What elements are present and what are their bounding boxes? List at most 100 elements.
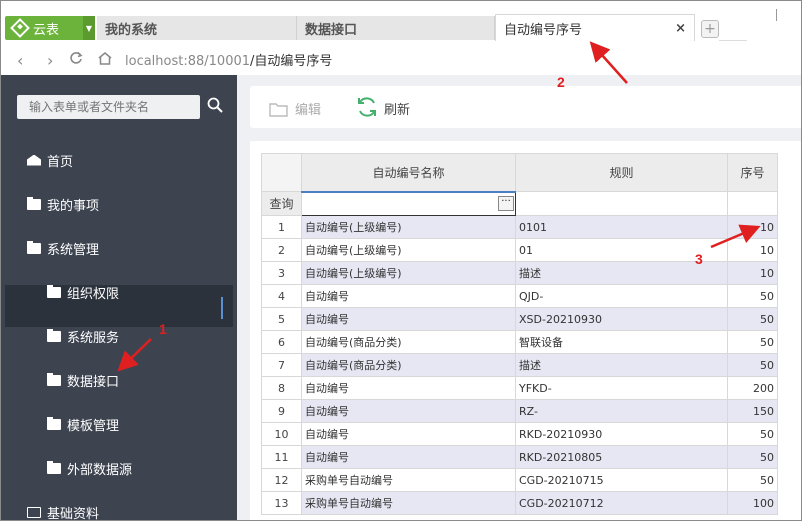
- cell-name[interactable]: 自动编号: [301, 307, 516, 331]
- table-row[interactable]: 12 采购单号自动编号 CGD-20210715 50: [261, 468, 778, 492]
- cell-name[interactable]: 采购单号自动编号: [301, 491, 516, 515]
- query-name-input[interactable]: ···: [301, 191, 516, 216]
- cell-rule[interactable]: RKD-20210930: [515, 422, 728, 446]
- cell-name[interactable]: 自动编号: [301, 376, 516, 400]
- cell-seq[interactable]: 50: [727, 445, 778, 469]
- cell-seq[interactable]: 200: [727, 376, 778, 400]
- sidebar-item-template-management[interactable]: 模板管理: [47, 403, 119, 445]
- cell-seq[interactable]: 50: [727, 422, 778, 446]
- annotation-label-1: 1: [159, 321, 167, 337]
- brand-button[interactable]: 云表: [5, 16, 83, 40]
- column-header-seq[interactable]: 序号: [727, 153, 778, 192]
- sidebar-item-system-management[interactable]: 系统管理: [27, 227, 99, 269]
- tab-my-system[interactable]: 我的系统: [97, 16, 297, 40]
- annotation-label-3: 3: [695, 251, 703, 267]
- cell-name[interactable]: 自动编号: [301, 445, 516, 469]
- cell-seq[interactable]: 50: [727, 307, 778, 331]
- back-icon[interactable]: ‹: [17, 51, 23, 70]
- sidebar-item-my-tasks[interactable]: 我的事项: [27, 183, 99, 225]
- reload-icon[interactable]: [69, 51, 83, 65]
- row-number: 13: [261, 491, 302, 515]
- column-header-name[interactable]: 自动编号名称: [301, 153, 516, 193]
- tab-auto-number[interactable]: 自动编号序号 ×: [495, 14, 695, 41]
- query-seq-input[interactable]: [727, 191, 778, 216]
- cell-name[interactable]: 自动编号(商品分类): [301, 330, 516, 354]
- brand-dropdown-icon[interactable]: ▼: [83, 16, 95, 40]
- cell-rule[interactable]: XSD-20210930: [515, 307, 728, 331]
- search-input[interactable]: [17, 95, 200, 119]
- cell-seq[interactable]: 50: [727, 468, 778, 492]
- cell-name[interactable]: 自动编号: [301, 422, 516, 446]
- cell-rule[interactable]: 智联设备: [515, 330, 728, 354]
- cell-name[interactable]: 自动编号(商品分类): [301, 353, 516, 377]
- cell-rule[interactable]: CGD-20210712: [515, 491, 728, 515]
- cell-seq[interactable]: 50: [727, 284, 778, 308]
- cell-name[interactable]: 自动编号(上级编号): [301, 215, 516, 239]
- sidebar-item-system-service[interactable]: 系统服务: [47, 315, 119, 357]
- folder-icon: [269, 102, 288, 117]
- cell-rule[interactable]: 描述: [515, 353, 728, 377]
- table-row[interactable]: 9 自动编号 RZ- 150: [261, 399, 778, 423]
- table-row[interactable]: 10 自动编号 RKD-20210930 50: [261, 422, 778, 446]
- cell-seq[interactable]: 150: [727, 399, 778, 423]
- row-number-header: [261, 153, 302, 192]
- sidebar-item-basic-data[interactable]: 基础资料: [27, 491, 99, 520]
- query-rule-input[interactable]: [515, 191, 728, 216]
- column-header-rule[interactable]: 规则: [515, 153, 728, 192]
- row-number: 4: [261, 284, 302, 308]
- cell-seq[interactable]: 100: [727, 491, 778, 515]
- cell-rule[interactable]: RZ-: [515, 399, 728, 423]
- table-row[interactable]: 6 自动编号(商品分类) 智联设备 50: [261, 330, 778, 354]
- cell-seq[interactable]: 50: [727, 330, 778, 354]
- table-row[interactable]: 4 自动编号 QJD- 50: [261, 284, 778, 308]
- cell-name[interactable]: 自动编号(上级编号): [301, 238, 516, 262]
- cell-seq[interactable]: 10: [727, 261, 778, 285]
- cell-rule[interactable]: YFKD-: [515, 376, 728, 400]
- row-number: 9: [261, 399, 302, 423]
- forward-icon[interactable]: ›: [47, 51, 53, 70]
- search-icon[interactable]: [207, 97, 223, 113]
- sidebar-item-org-permissions[interactable]: 组织权限: [47, 271, 119, 313]
- app-window: 云表 ▼ 我的系统 数据接口 自动编号序号 × + ‹ › localhost:…: [0, 0, 802, 521]
- edit-label: 编辑: [295, 103, 322, 118]
- tab-data-interface[interactable]: 数据接口: [297, 16, 495, 40]
- cell-name[interactable]: 采购单号自动编号: [301, 468, 516, 492]
- table-row[interactable]: 5 自动编号 XSD-20210930 50: [261, 307, 778, 331]
- brand-label: 云表: [33, 22, 60, 38]
- sidebar-item-label: 组织权限: [67, 286, 120, 302]
- folder-icon: [47, 328, 61, 342]
- close-icon[interactable]: ×: [675, 21, 686, 36]
- url-path: /自动编号序号: [250, 54, 333, 69]
- sidebar-item-label: 系统管理: [47, 242, 100, 258]
- table-row[interactable]: 11 自动编号 RKD-20210805 50: [261, 445, 778, 469]
- more-icon[interactable]: ···: [498, 195, 514, 211]
- table-row[interactable]: 7 自动编号(商品分类) 描述 50: [261, 353, 778, 377]
- sidebar-item-label: 数据接口: [67, 374, 120, 390]
- refresh-button[interactable]: 刷新: [356, 97, 410, 118]
- cell-seq[interactable]: 10: [727, 238, 778, 262]
- table-row[interactable]: 1 自动编号(上级编号) 0101 10: [261, 215, 778, 239]
- sidebar-item-home[interactable]: 首页: [27, 139, 73, 181]
- tab-bar: 云表 ▼ 我的系统 数据接口 自动编号序号 × +: [1, 1, 801, 43]
- sidebar-item-data-interface[interactable]: 数据接口: [47, 359, 119, 401]
- divider: [776, 9, 777, 21]
- table-row[interactable]: 13 采购单号自动编号 CGD-20210712 100: [261, 491, 778, 515]
- cell-name[interactable]: 自动编号: [301, 399, 516, 423]
- cell-seq[interactable]: 10: [727, 215, 778, 239]
- home-icon[interactable]: [98, 52, 112, 65]
- add-tab-button[interactable]: +: [701, 20, 719, 38]
- cell-rule[interactable]: CGD-20210715: [515, 468, 728, 492]
- cell-name[interactable]: 自动编号(上级编号): [301, 261, 516, 285]
- cell-rule[interactable]: 0101: [515, 215, 728, 239]
- edit-button[interactable]: 编辑: [269, 99, 321, 118]
- annotation-label-2: 2: [557, 74, 565, 90]
- cell-rule[interactable]: QJD-: [515, 284, 728, 308]
- cell-seq[interactable]: 50: [727, 353, 778, 377]
- row-number: 1: [261, 215, 302, 239]
- row-number: 12: [261, 468, 302, 492]
- sidebar-item-external-datasource[interactable]: 外部数据源: [47, 447, 132, 489]
- table-row[interactable]: 8 自动编号 YFKD- 200: [261, 376, 778, 400]
- cell-name[interactable]: 自动编号: [301, 284, 516, 308]
- url-field[interactable]: localhost:88/10001/自动编号序号: [125, 50, 332, 69]
- cell-rule[interactable]: RKD-20210805: [515, 445, 728, 469]
